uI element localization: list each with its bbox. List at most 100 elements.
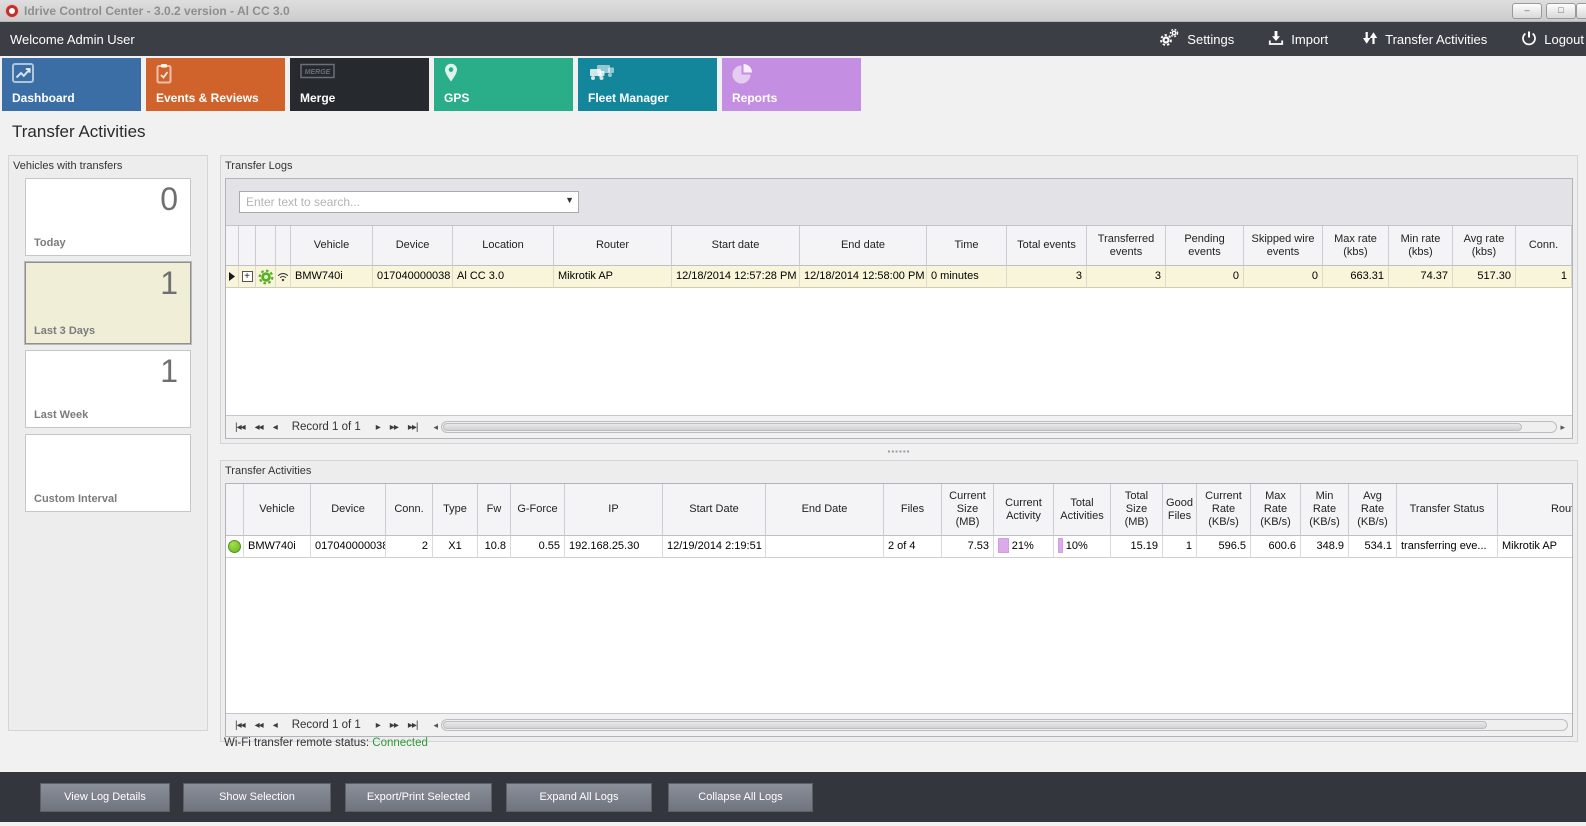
column-header-time[interactable]: Time xyxy=(927,226,1007,266)
column-header-avg_rate[interactable]: Avg rate (kbs) xyxy=(1453,226,1516,266)
column-header-current_activity[interactable]: Current Activity xyxy=(994,484,1054,536)
column-header-files[interactable]: Files xyxy=(884,484,942,536)
column-header-fw[interactable]: Fw xyxy=(478,484,511,536)
nav-next-page-icon[interactable]: ▸▸ xyxy=(390,422,398,433)
logs-scroll-track[interactable] xyxy=(441,421,1557,433)
card-custom-interval[interactable]: Custom Interval xyxy=(25,434,191,512)
column-header-total_size[interactable]: Total Size (MB) xyxy=(1111,484,1163,536)
chevron-down-icon[interactable]: ▼ xyxy=(565,195,574,205)
nav-first-icon[interactable]: |◂◂ xyxy=(235,720,245,731)
maximize-button[interactable]: □ xyxy=(1546,3,1576,19)
column-header-current_size[interactable]: Current Size (MB) xyxy=(942,484,994,536)
nav-prev-page-icon[interactable]: ◂◂ xyxy=(255,720,263,731)
column-header-status[interactable] xyxy=(226,484,244,536)
app-window: { "window": { "title": "Idrive Control C… xyxy=(0,0,1586,826)
scroll-left-icon[interactable]: ◂ xyxy=(433,422,438,433)
column-header-max_rate[interactable]: Max rate (kbs) xyxy=(1323,226,1389,266)
activities-horizontal-scrollbar[interactable]: ◂ xyxy=(430,719,1568,731)
tab-events-reviews[interactable]: Events & Reviews xyxy=(146,58,285,111)
nav-last-icon[interactable]: ▸▸| xyxy=(408,720,418,731)
logout-button[interactable]: Logout xyxy=(1521,30,1584,49)
column-header-pending_events[interactable]: Pending events xyxy=(1166,226,1244,266)
tab-reports[interactable]: Reports xyxy=(722,58,861,111)
column-header-location[interactable]: Location xyxy=(453,226,554,266)
column-header-vehicle[interactable]: Vehicle xyxy=(244,484,311,536)
view-log-details-button[interactable]: View Log Details xyxy=(40,783,170,812)
column-header-transfer_status[interactable]: Transfer Status xyxy=(1397,484,1498,536)
activities-empty-area xyxy=(226,558,1572,713)
column-header-expand[interactable] xyxy=(239,226,256,266)
column-header-avg_rate[interactable]: Avg Rate (KB/s) xyxy=(1349,484,1397,536)
column-header-total_activities[interactable]: Total Activities xyxy=(1054,484,1111,536)
logs-empty-area xyxy=(226,288,1572,415)
column-header-conn[interactable]: Conn. xyxy=(1516,226,1572,266)
expand-all-logs-button[interactable]: Expand All Logs xyxy=(506,783,652,812)
cell-total_size: 15.19 xyxy=(1111,536,1163,558)
column-header-router[interactable]: Router xyxy=(1498,484,1572,536)
column-header-min_rate[interactable]: Min Rate (KB/s) xyxy=(1301,484,1349,536)
card-last-3-days[interactable]: 1 Last 3 Days xyxy=(25,262,191,344)
column-header-end_date[interactable]: End date xyxy=(800,226,927,266)
nav-prev-icon[interactable]: ◂ xyxy=(273,422,277,433)
logs-scroll-thumb[interactable] xyxy=(443,423,1522,431)
show-selection-button[interactable]: Show Selection xyxy=(183,783,331,812)
column-header-conn[interactable]: Conn. xyxy=(386,484,433,536)
column-header-ip[interactable]: IP xyxy=(565,484,663,536)
column-header-transferred_events[interactable]: Transferred events xyxy=(1087,226,1166,266)
close-button[interactable]: ✕ xyxy=(1576,3,1586,19)
search-input[interactable] xyxy=(239,191,579,213)
column-header-total_events[interactable]: Total events xyxy=(1007,226,1087,266)
column-header-transfer_type[interactable] xyxy=(256,226,276,266)
nav-last-icon[interactable]: ▸▸| xyxy=(408,422,418,433)
tab-gps[interactable]: GPS xyxy=(434,58,573,111)
column-header-g_force[interactable]: G-Force xyxy=(511,484,565,536)
cell-transfer_status: transferring eve... xyxy=(1397,536,1498,558)
column-header-type[interactable]: Type xyxy=(433,484,478,536)
nav-next-icon[interactable]: ▸ xyxy=(376,422,380,433)
card-last-3-days-value: 1 xyxy=(160,265,178,302)
column-header-device[interactable]: Device xyxy=(373,226,453,266)
card-last-week[interactable]: 1 Last Week xyxy=(25,350,191,428)
transfer-activities-button[interactable]: Transfer Activities xyxy=(1362,30,1487,49)
column-header-max_rate[interactable]: Max Rate (KB/s) xyxy=(1251,484,1301,536)
column-header-skipped_wire_events[interactable]: Skipped wire events xyxy=(1244,226,1323,266)
nav-first-icon[interactable]: |◂◂ xyxy=(235,422,245,433)
nav-next-icon[interactable]: ▸ xyxy=(376,720,380,731)
column-header-vehicle[interactable]: Vehicle xyxy=(291,226,373,266)
logs-horizontal-scrollbar[interactable]: ◂ ▸ xyxy=(430,421,1568,433)
column-header-current_rate[interactable]: Current Rate (KB/s) xyxy=(1197,484,1251,536)
nav-next-page-icon[interactable]: ▸▸ xyxy=(390,720,398,731)
column-header-device[interactable]: Device xyxy=(311,484,386,536)
tab-fleet-manager[interactable]: Fleet Manager xyxy=(578,58,717,111)
column-header-good_files[interactable]: Good Files xyxy=(1163,484,1197,536)
scroll-right-icon[interactable]: ▸ xyxy=(1560,422,1565,433)
export-print-selected-button[interactable]: Export/Print Selected xyxy=(345,783,492,812)
activities-scroll-thumb[interactable] xyxy=(443,721,1487,729)
settings-button[interactable]: Settings xyxy=(1158,28,1234,50)
cell-avg_rate: 534.1 xyxy=(1349,536,1397,558)
card-today[interactable]: 0 Today xyxy=(25,178,191,256)
activities-scroll-track[interactable] xyxy=(441,719,1568,731)
tab-dashboard[interactable]: Dashboard xyxy=(2,58,141,111)
cell-fw: 10.8 xyxy=(478,536,511,558)
table-row[interactable]: BMW740i0170400000382X110.80.55192.168.25… xyxy=(226,536,1572,558)
scroll-left-icon[interactable]: ◂ xyxy=(433,720,438,731)
column-header-router[interactable]: Router xyxy=(554,226,672,266)
column-header-wifi[interactable] xyxy=(276,226,291,266)
column-header-start_date[interactable]: Start Date xyxy=(663,484,766,536)
collapse-all-logs-button[interactable]: Collapse All Logs xyxy=(668,783,813,812)
column-header-min_rate[interactable]: Min rate (kbs) xyxy=(1389,226,1453,266)
panel-splitter[interactable]: ▪▪▪▪▪▪ xyxy=(220,449,1578,456)
minimize-button[interactable]: – xyxy=(1512,3,1542,19)
nav-prev-icon[interactable]: ◂ xyxy=(273,720,277,731)
cell-end_date: 12/18/2014 12:58:00 PM xyxy=(800,266,927,288)
column-header-start_date[interactable]: Start date xyxy=(672,226,800,266)
table-row[interactable]: +BMW740i017040000038Al CC 3.0Mikrotik AP… xyxy=(226,266,1572,288)
nav-prev-page-icon[interactable]: ◂◂ xyxy=(255,422,263,433)
column-header-row_indicator[interactable] xyxy=(226,226,239,266)
wifi-status-line: Wi-Fi transfer remote status: Connected xyxy=(224,737,428,749)
pie-icon xyxy=(732,63,753,89)
column-header-end_date[interactable]: End Date xyxy=(766,484,884,536)
import-button[interactable]: Import xyxy=(1268,30,1328,49)
tab-merge[interactable]: MERGE Merge xyxy=(290,58,429,111)
